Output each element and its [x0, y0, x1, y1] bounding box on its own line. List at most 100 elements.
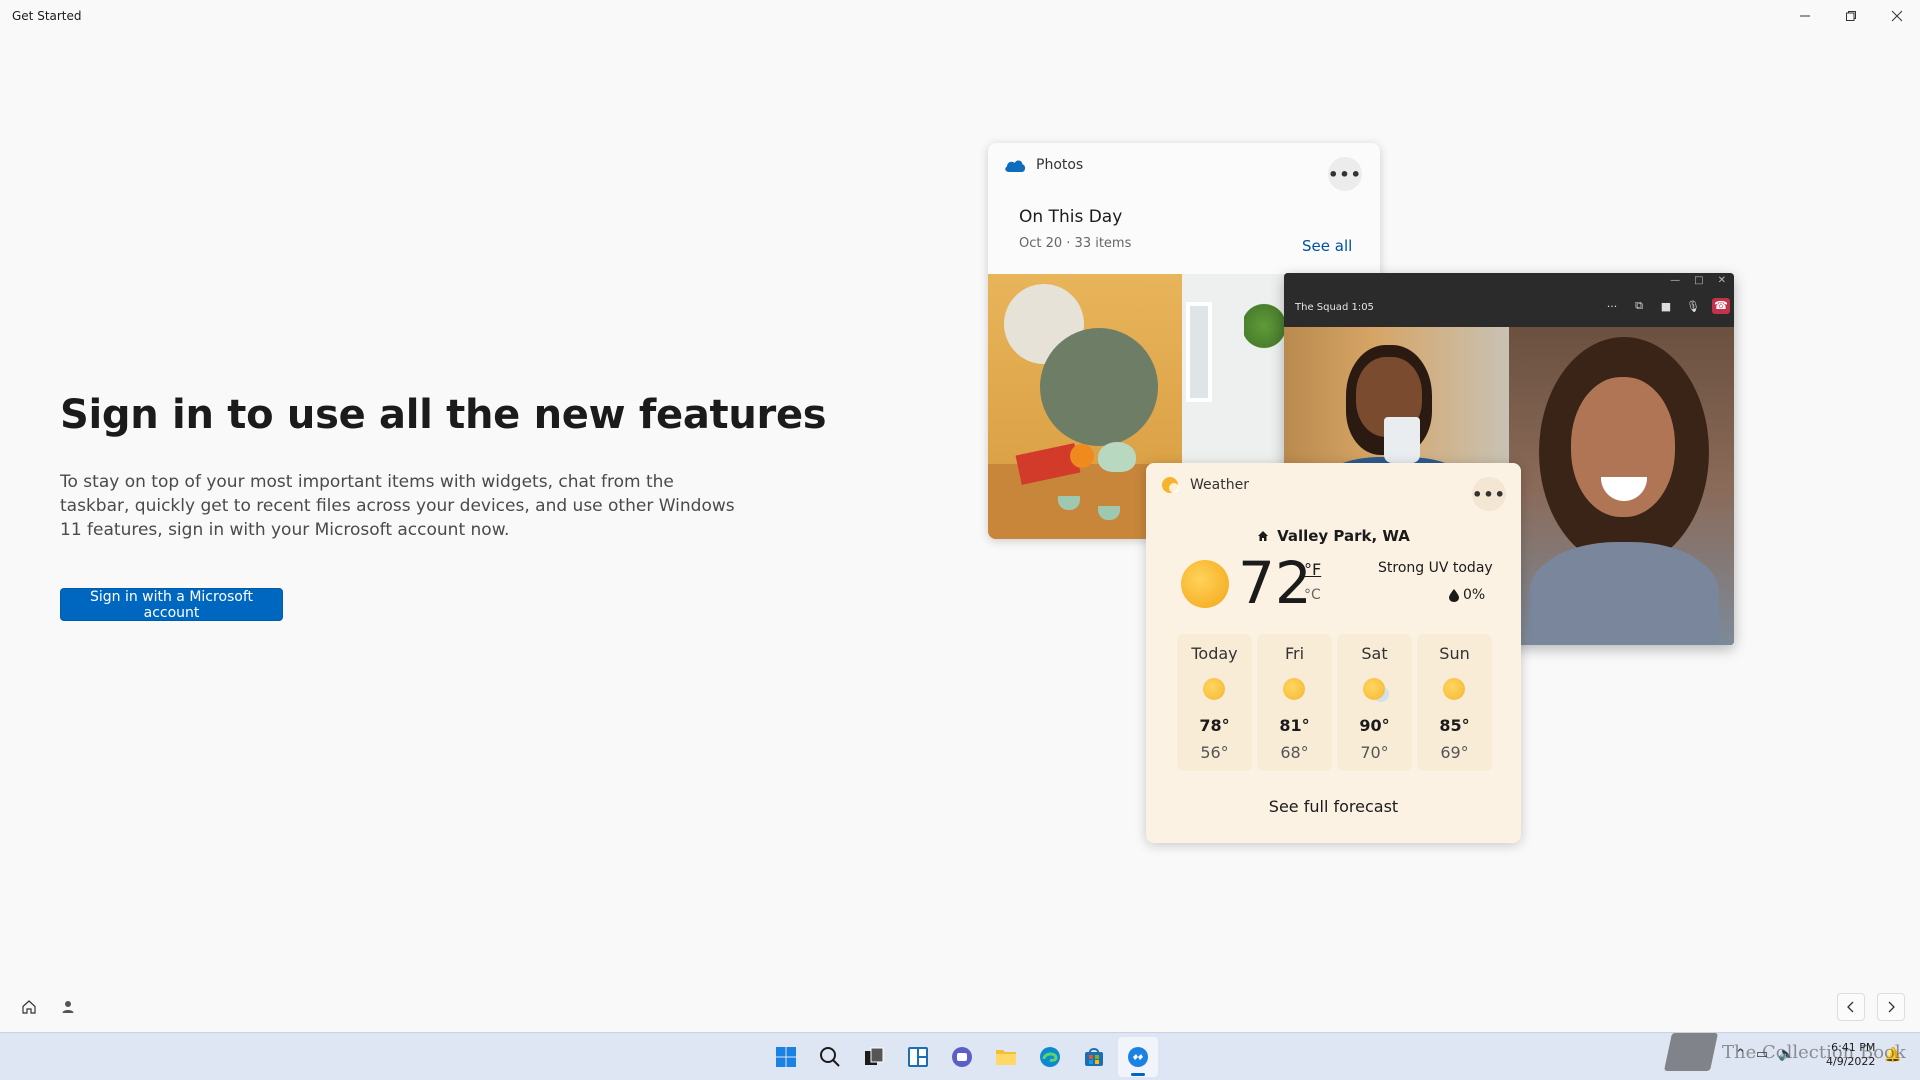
on-this-day-meta: Oct 20 · 33 items: [1019, 236, 1132, 251]
call-close-icon[interactable]: ✕: [1718, 275, 1726, 286]
taskbar-clock[interactable]: 6:41 PM 4/9/2022: [1826, 1041, 1875, 1069]
photos-widget-header: Photos: [1004, 157, 1083, 173]
start-button[interactable]: [766, 1037, 806, 1077]
precipitation-value: 0%: [1463, 587, 1486, 603]
chevron-up-icon[interactable]: ⌃: [1735, 1047, 1746, 1062]
share-icon[interactable]: ⧉: [1631, 299, 1647, 313]
clock-time: 6:41 PM: [1831, 1041, 1876, 1054]
previous-page-button[interactable]: [1837, 993, 1865, 1021]
get-started-icon: [1128, 1047, 1148, 1067]
restore-button[interactable]: [1828, 0, 1874, 32]
onedrive-icon: [1005, 160, 1026, 172]
forecast-day[interactable]: Sat 90° 70°: [1337, 634, 1412, 771]
teams-chat-icon: [952, 1047, 972, 1067]
location-label: Valley Park, WA: [1277, 527, 1410, 545]
get-started-button[interactable]: [1118, 1037, 1158, 1077]
unit-celsius-toggle[interactable]: °C: [1304, 587, 1321, 603]
task-view-button[interactable]: [854, 1037, 894, 1077]
uv-summary: Strong UV today: [1378, 560, 1493, 576]
photo-shape: [1186, 302, 1212, 402]
volume-icon[interactable]: 🔈: [1778, 1047, 1794, 1062]
task-view-icon: [865, 1047, 884, 1065]
window-title: Get Started: [12, 9, 82, 23]
forecast-day[interactable]: Today 78° 56°: [1177, 634, 1252, 771]
widgets-icon: [908, 1047, 928, 1067]
start-icon: [776, 1047, 796, 1067]
current-temperature: 72: [1238, 549, 1312, 617]
forecast-high: 90°: [1359, 716, 1390, 735]
call-controls: ··· ⧉ ■ 🎙 ☎: [1604, 298, 1730, 314]
photos-more-button[interactable]: •••: [1328, 157, 1362, 191]
network-icon[interactable]: ▭: [1756, 1047, 1768, 1062]
restore-icon: [1846, 11, 1856, 21]
weather-widget-card: Weather ••• Valley Park, WA 72 °F °C Str…: [1146, 463, 1521, 843]
forecast-day[interactable]: Fri 81° 68°: [1257, 634, 1332, 771]
next-page-button[interactable]: [1877, 993, 1905, 1021]
clock-date: 4/9/2022: [1826, 1055, 1876, 1068]
mic-icon[interactable]: 🎙: [1685, 300, 1701, 313]
weather-location: Valley Park, WA: [1146, 527, 1521, 545]
forecast-high: 81°: [1279, 716, 1310, 735]
photo-shape: [1070, 444, 1094, 468]
sunny-icon: [1181, 560, 1229, 608]
participant-video-2: [1509, 327, 1734, 645]
chevron-right-icon: [1888, 1001, 1895, 1013]
file-explorer-icon: [996, 1050, 1016, 1065]
store-icon: [1085, 1048, 1103, 1066]
avatar-shape: [1384, 417, 1420, 463]
weather-more-button[interactable]: •••: [1472, 477, 1506, 511]
page-title: Sign in to use all the new features: [60, 392, 827, 438]
forecast-day-name: Today: [1191, 644, 1238, 663]
weather-widget-header: Weather: [1160, 475, 1249, 495]
sign-in-button[interactable]: Sign in with a Microsoft account: [60, 588, 283, 621]
chevron-left-icon: [1847, 1001, 1854, 1013]
sunny-icon: [1443, 678, 1465, 700]
search-icon: [820, 1047, 840, 1067]
precipitation: 0%: [1449, 587, 1485, 603]
file-explorer-button[interactable]: [986, 1037, 1026, 1077]
forecast-day[interactable]: Sun 85° 69°: [1417, 634, 1492, 771]
store-button[interactable]: [1074, 1037, 1114, 1077]
title-bar: Get Started: [0, 0, 1920, 32]
edge-button[interactable]: [1030, 1037, 1070, 1077]
teams-chat-button[interactable]: [942, 1037, 982, 1077]
widgets-button[interactable]: [898, 1037, 938, 1077]
person-icon: [62, 1001, 74, 1013]
see-all-link[interactable]: See all: [1302, 237, 1352, 255]
sunny-icon: [1203, 678, 1225, 700]
taskbar: ⌃ ▭ 🔈 6:41 PM 4/9/2022 🔔: [0, 1032, 1920, 1080]
weather-app-icon: [1162, 477, 1179, 493]
avatar-shape: [1529, 542, 1719, 645]
forecast-high: 78°: [1199, 716, 1230, 735]
more-icon[interactable]: ···: [1604, 300, 1620, 313]
taskbar-apps: [766, 1037, 1158, 1077]
forecast-low: 56°: [1200, 743, 1229, 762]
notification-icon[interactable]: 🔔: [1884, 1047, 1901, 1063]
search-button[interactable]: [810, 1037, 850, 1077]
edge-icon: [1040, 1047, 1060, 1067]
minimize-icon: [1800, 15, 1810, 17]
system-tray: ⌃ ▭ 🔈: [1735, 1047, 1794, 1062]
photo-shape: [1244, 296, 1284, 356]
forecast-low: 70°: [1360, 743, 1389, 762]
photo-shape: [1040, 328, 1158, 446]
home-icon: [22, 1000, 36, 1014]
camera-icon[interactable]: ■: [1658, 300, 1674, 313]
home-button[interactable]: [15, 993, 43, 1021]
photos-app-label: Photos: [1036, 157, 1084, 173]
see-full-forecast-link[interactable]: See full forecast: [1146, 797, 1521, 816]
hangup-icon[interactable]: ☎: [1712, 298, 1730, 314]
forecast-high: 85°: [1439, 716, 1470, 735]
call-maximize-icon[interactable]: □: [1694, 275, 1703, 286]
close-icon: [1891, 10, 1903, 22]
unit-fahrenheit-toggle[interactable]: °F: [1304, 560, 1321, 579]
account-button[interactable]: [54, 993, 82, 1021]
forecast-day-name: Sun: [1439, 644, 1470, 663]
call-minimize-icon[interactable]: —: [1670, 275, 1680, 286]
weather-app-label: Weather: [1190, 477, 1249, 493]
sunny-icon: [1283, 678, 1305, 700]
close-button[interactable]: [1874, 0, 1920, 32]
minimize-button[interactable]: [1782, 0, 1828, 32]
forecast-day-name: Sat: [1361, 644, 1388, 663]
on-this-day-title: On This Day: [1019, 207, 1123, 227]
